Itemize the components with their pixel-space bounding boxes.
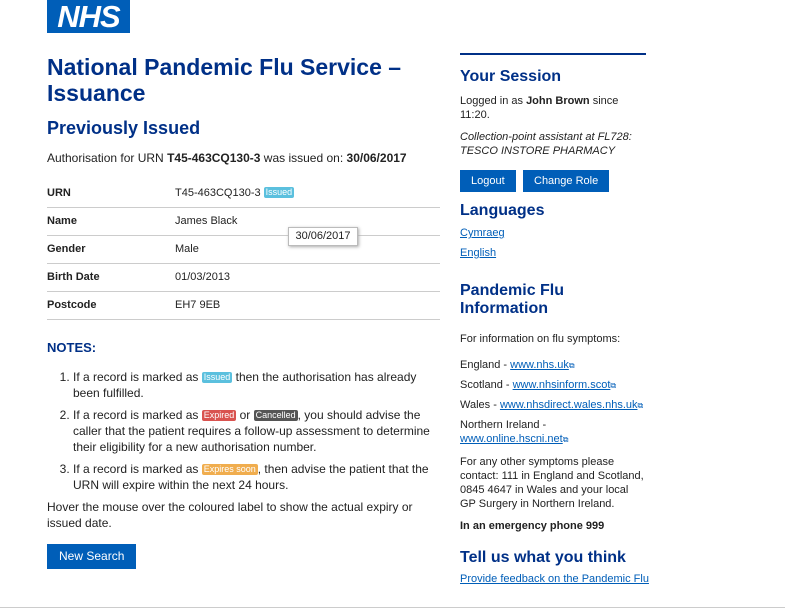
- language-link-english[interactable]: English: [460, 246, 646, 260]
- row-value: T45-463CQ130-3 Issued: [175, 179, 440, 207]
- external-link-icon: ⧉: [568, 361, 575, 370]
- table-row: Postcode EH7 9EB: [47, 291, 440, 319]
- session-role: Collection-point assistant at FL728: TES…: [460, 130, 646, 158]
- session-info: Logged in as John Brown since 11:20.: [460, 94, 646, 122]
- issued-date-tooltip: 30/06/2017: [288, 227, 358, 246]
- hover-note: Hover the mouse over the coloured label …: [47, 499, 413, 530]
- region-label: England -: [460, 359, 508, 371]
- ni-line: Northern Ireland - www.online.hscni.net⧉: [460, 418, 646, 447]
- session-user: John Brown: [526, 95, 590, 107]
- nhs-logo[interactable]: NHS: [47, 0, 130, 33]
- note-text: or: [239, 407, 251, 422]
- region-label: Wales -: [460, 399, 497, 411]
- region-label: Scotland -: [460, 379, 510, 391]
- role-text: Collection-point assistant at FL728: TES…: [460, 131, 632, 157]
- notes-title: NOTES:: [47, 339, 97, 355]
- england-link[interactable]: www.nhs.uk: [510, 359, 569, 371]
- england-line: England - www.nhs.uk⧉: [460, 358, 646, 373]
- row-label: Gender: [47, 243, 86, 255]
- details-table: URN T45-463CQ130-3 Issued Name James Bla…: [47, 179, 440, 320]
- auth-urn: T45-463CQ130-3: [167, 151, 261, 165]
- emergency-text: In an emergency phone 999: [460, 520, 605, 532]
- new-search-button[interactable]: New Search: [47, 543, 137, 569]
- auth-prefix: Authorisation for URN: [47, 151, 164, 165]
- bottom-divider: [0, 607, 785, 608]
- table-row: Gender Male: [47, 235, 440, 263]
- language-link-cymraeg[interactable]: Cymraeg: [460, 226, 646, 240]
- list-item: If a record is marked as Expires soon, t…: [73, 461, 442, 493]
- issued-badge[interactable]: Issued: [263, 187, 295, 199]
- main-content: National Pandemic Flu Service – Issuance…: [47, 54, 442, 569]
- region-label: Northern Ireland -: [460, 419, 547, 431]
- row-label: Postcode: [47, 299, 97, 311]
- section-title: Previously Issued: [47, 118, 201, 138]
- wales-link[interactable]: www.nhsdirect.wales.nhs.uk: [500, 399, 638, 411]
- other-symptoms: For any other symptoms please contact: 1…: [460, 456, 644, 510]
- expires-soon-badge: Expires soon: [201, 463, 258, 475]
- issued-badge: Issued: [201, 371, 233, 383]
- table-row: Birth Date 01/03/2013: [47, 263, 440, 291]
- table-row: URN T45-463CQ130-3 Issued: [47, 179, 440, 207]
- row-label: URN: [47, 186, 71, 199]
- page-title: National Pandemic Flu Service – Issuance: [47, 54, 402, 106]
- note-text: If a record is marked as: [73, 461, 199, 476]
- session-text: Logged in as: [460, 95, 523, 107]
- language-links: Cymraeg English: [460, 226, 646, 260]
- logout-button[interactable]: Logout: [460, 170, 516, 192]
- auth-middle: was issued on:: [263, 151, 344, 165]
- list-item: If a record is marked as Issued then the…: [73, 369, 442, 401]
- session-title: Your Session: [460, 68, 562, 85]
- row-value: EH7 9EB: [175, 299, 221, 311]
- list-item: If a record is marked as Expired or Canc…: [73, 407, 442, 455]
- notes-list: If a record is marked as Issued then the…: [47, 369, 442, 493]
- table-row: Name James Black: [47, 207, 440, 235]
- expired-badge: Expired: [201, 409, 237, 421]
- feedback-title: Tell us what you think: [460, 549, 626, 566]
- ni-link[interactable]: www.online.hscni.net: [460, 433, 563, 445]
- sidebar-divider: [460, 53, 646, 55]
- scotland-line: Scotland - www.nhsinform.scot⧉: [460, 378, 646, 393]
- cancelled-badge: Cancelled: [253, 409, 298, 421]
- feedback-link[interactable]: Provide feedback on the Pandemic Flu: [460, 573, 649, 585]
- session-buttons: Logout Change Role: [460, 170, 646, 192]
- authorisation-summary: Authorisation for URN T45-463CQ130-3 was…: [47, 151, 442, 165]
- scotland-link[interactable]: www.nhsinform.scot: [513, 379, 611, 391]
- change-role-button[interactable]: Change Role: [523, 170, 610, 192]
- row-label: Name: [47, 215, 77, 227]
- flu-info-title: Pandemic Flu Information: [460, 282, 565, 317]
- external-link-icon: ⧉: [562, 435, 569, 444]
- external-link-icon: ⧉: [610, 381, 617, 390]
- sidebar: Your Session Logged in as John Brown sin…: [460, 53, 649, 585]
- note-text: If a record is marked as: [73, 369, 199, 384]
- urn-value: T45-463CQ130-3: [175, 186, 261, 199]
- auth-date: 30/06/2017: [346, 151, 407, 165]
- note-text: If a record is marked as: [73, 407, 199, 422]
- external-link-icon: ⧉: [637, 401, 644, 410]
- flu-intro: For information on flu symptoms:: [460, 333, 621, 345]
- languages-title: Languages: [460, 202, 545, 219]
- row-value: 01/03/2013: [175, 271, 231, 283]
- row-label: Birth Date: [47, 271, 100, 283]
- wales-line: Wales - www.nhsdirect.wales.nhs.uk⧉: [460, 398, 646, 413]
